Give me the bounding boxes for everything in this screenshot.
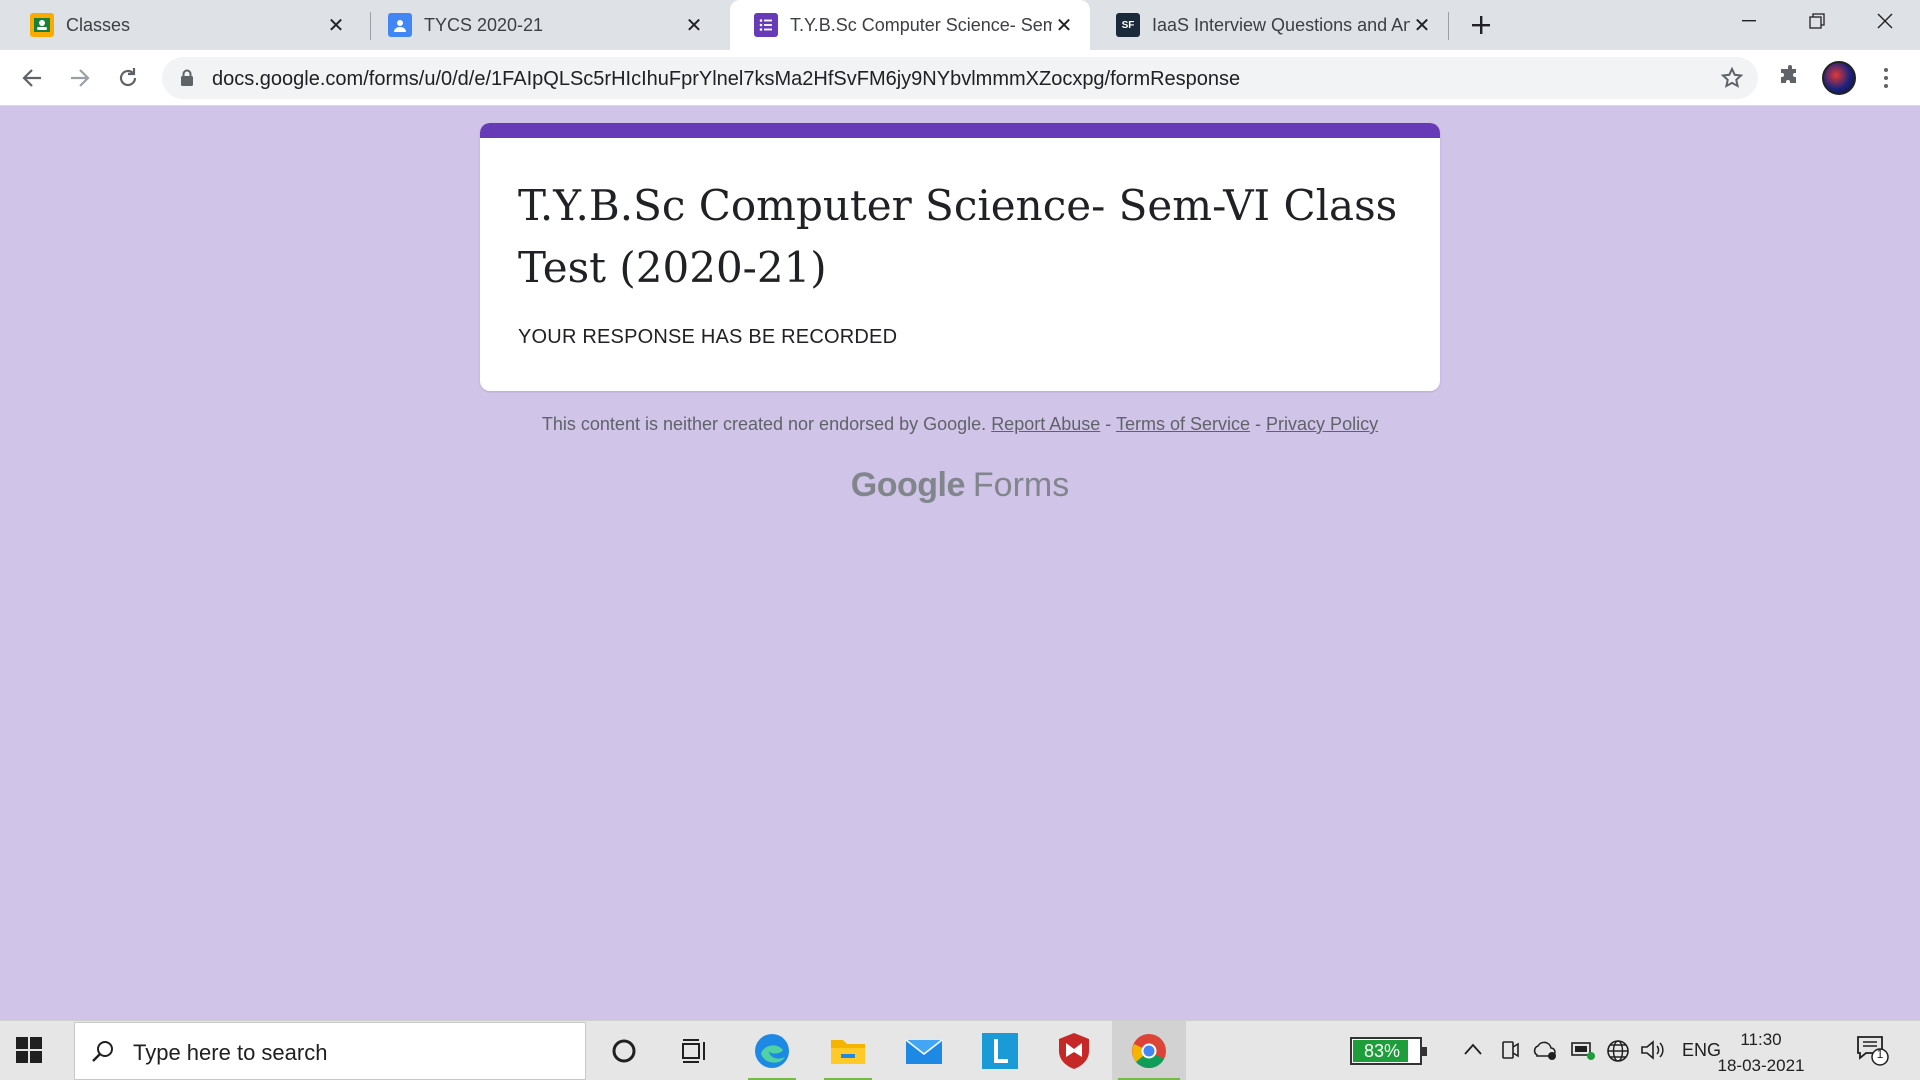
volume-icon[interactable] bbox=[1640, 1039, 1666, 1061]
l-app-icon bbox=[982, 1033, 1018, 1069]
form-footer: This content is neither created nor endo… bbox=[480, 414, 1440, 435]
restore-button[interactable] bbox=[1784, 0, 1850, 42]
report-abuse-link[interactable]: Report Abuse bbox=[991, 414, 1100, 434]
mail-icon bbox=[905, 1039, 943, 1064]
close-window-button[interactable] bbox=[1852, 0, 1918, 42]
close-tab-icon[interactable]: ✕ bbox=[1052, 13, 1076, 37]
tab-title: T.Y.B.Sc Computer Science- Sem- bbox=[790, 14, 1052, 35]
browser-menu-icon[interactable] bbox=[1876, 64, 1896, 92]
form-title: T.Y.B.Sc Computer Science- Sem-VI Class … bbox=[518, 181, 1398, 292]
browser-toolbar: docs.google.com/forms/u/0/d/e/1FAIpQLSc5… bbox=[0, 50, 1920, 106]
sf-favicon-text: SF bbox=[1121, 19, 1135, 31]
bookmark-star-icon[interactable] bbox=[1720, 66, 1744, 90]
taskbar-mail[interactable] bbox=[894, 1021, 954, 1080]
tab-title: TYCS 2020-21 bbox=[424, 14, 544, 35]
taskbar-clock[interactable]: 11:30 18-03-2021 bbox=[1716, 1027, 1806, 1079]
taskbar-chrome[interactable] bbox=[1112, 1021, 1186, 1080]
taskbar-search-box[interactable]: Type here to search bbox=[74, 1022, 586, 1080]
address-bar[interactable]: docs.google.com/forms/u/0/d/e/1FAIpQLSc5… bbox=[162, 57, 1758, 99]
new-tab-button[interactable] bbox=[1464, 8, 1498, 42]
action-center-button[interactable]: 1 bbox=[1856, 1035, 1890, 1072]
tab-iaas[interactable]: SF IaaS Interview Questions and Ans ✕ bbox=[1092, 0, 1448, 50]
onedrive-cloud-icon[interactable] bbox=[1532, 1039, 1558, 1061]
tab-form-active[interactable]: T.Y.B.Sc Computer Science- Sem- ✕ bbox=[730, 0, 1090, 50]
google-wordmark: Google bbox=[850, 466, 966, 504]
footer-separator: - bbox=[1105, 414, 1112, 434]
restore-icon bbox=[1809, 13, 1825, 29]
tab-classes[interactable]: Classes ✕ bbox=[6, 0, 362, 50]
windows-start-icon[interactable] bbox=[16, 1037, 42, 1063]
battery-percent: 83% bbox=[1363, 1041, 1401, 1061]
reload-button[interactable] bbox=[108, 58, 148, 98]
tab-title: IaaS Interview Questions and Ans bbox=[1152, 14, 1410, 35]
privacy-policy-link[interactable]: Privacy Policy bbox=[1266, 414, 1378, 434]
minimize-button[interactable] bbox=[1716, 0, 1782, 42]
footer-separator: - bbox=[1255, 414, 1262, 434]
arrow-left-icon bbox=[22, 69, 41, 87]
task-view-button[interactable] bbox=[665, 1021, 725, 1080]
tab-title: Classes bbox=[66, 14, 131, 35]
reload-icon bbox=[119, 68, 137, 87]
globe-icon[interactable] bbox=[1606, 1039, 1630, 1063]
forward-button[interactable] bbox=[60, 58, 100, 98]
taskbar-edge[interactable] bbox=[742, 1021, 802, 1080]
folder-icon bbox=[831, 1040, 865, 1064]
profile-avatar[interactable] bbox=[1822, 61, 1856, 95]
network-status-icon[interactable] bbox=[1570, 1039, 1596, 1061]
search-icon bbox=[92, 1041, 113, 1062]
edge-browser-icon bbox=[755, 1034, 789, 1068]
taskbar-file-explorer[interactable] bbox=[818, 1021, 878, 1080]
clock-date: 18-03-2021 bbox=[1717, 1056, 1805, 1075]
close-tab-icon[interactable]: ✕ bbox=[324, 13, 348, 37]
plus-icon bbox=[1472, 16, 1490, 34]
sf-site-icon: SF bbox=[1116, 13, 1140, 37]
windows-taskbar: Type here to search 83% ENG 11:30 18-03-… bbox=[0, 1020, 1920, 1080]
tab-strip: Classes ✕ TYCS 2020-21 ✕ T.Y.B.Sc Comput… bbox=[0, 0, 1920, 50]
google-classroom-icon bbox=[30, 13, 54, 37]
notification-count: 1 bbox=[1876, 1047, 1884, 1061]
forms-wordmark: Forms bbox=[972, 466, 1070, 504]
battery-nub bbox=[1422, 1047, 1427, 1056]
meet-camera-icon[interactable] bbox=[1500, 1039, 1520, 1061]
cortana-button[interactable] bbox=[594, 1021, 654, 1080]
contact-card-icon bbox=[388, 13, 412, 37]
form-response-card: T.Y.B.Sc Computer Science- Sem-VI Class … bbox=[480, 123, 1440, 391]
terms-of-service-link[interactable]: Terms of Service bbox=[1116, 414, 1250, 434]
close-tab-icon[interactable]: ✕ bbox=[1410, 13, 1434, 37]
cortana-circle-icon bbox=[612, 1039, 636, 1063]
tab-tycs[interactable]: TYCS 2020-21 ✕ bbox=[364, 0, 720, 50]
clock-time: 11:30 bbox=[1740, 1030, 1782, 1049]
chevron-up-icon[interactable] bbox=[1464, 1043, 1482, 1055]
form-accent-bar bbox=[480, 123, 1440, 138]
battery-indicator[interactable]: 83% bbox=[1350, 1037, 1427, 1065]
url-text: docs.google.com/forms/u/0/d/e/1FAIpQLSc5… bbox=[212, 68, 1241, 90]
taskbar-l-app[interactable] bbox=[970, 1021, 1030, 1080]
back-button[interactable] bbox=[12, 58, 52, 98]
extensions-puzzle-icon[interactable] bbox=[1778, 64, 1802, 88]
arrow-right-icon bbox=[71, 69, 90, 87]
tab-divider bbox=[1448, 12, 1449, 40]
mcafee-shield-icon bbox=[1059, 1033, 1089, 1069]
confirmation-message: YOUR RESPONSE HAS BE RECORDED bbox=[518, 326, 898, 348]
search-placeholder: Type here to search bbox=[133, 1040, 328, 1065]
google-forms-icon bbox=[754, 13, 778, 37]
task-view-icon bbox=[682, 1039, 705, 1063]
lock-icon bbox=[181, 69, 193, 86]
close-tab-icon[interactable]: ✕ bbox=[682, 13, 706, 37]
minimize-icon bbox=[1742, 20, 1756, 22]
google-forms-logo[interactable]: Google Forms bbox=[480, 466, 1440, 505]
taskbar-mcafee[interactable] bbox=[1044, 1021, 1104, 1080]
close-icon bbox=[1877, 13, 1893, 29]
disclaimer-text: This content is neither created nor endo… bbox=[541, 414, 987, 434]
chrome-icon bbox=[1132, 1034, 1166, 1069]
